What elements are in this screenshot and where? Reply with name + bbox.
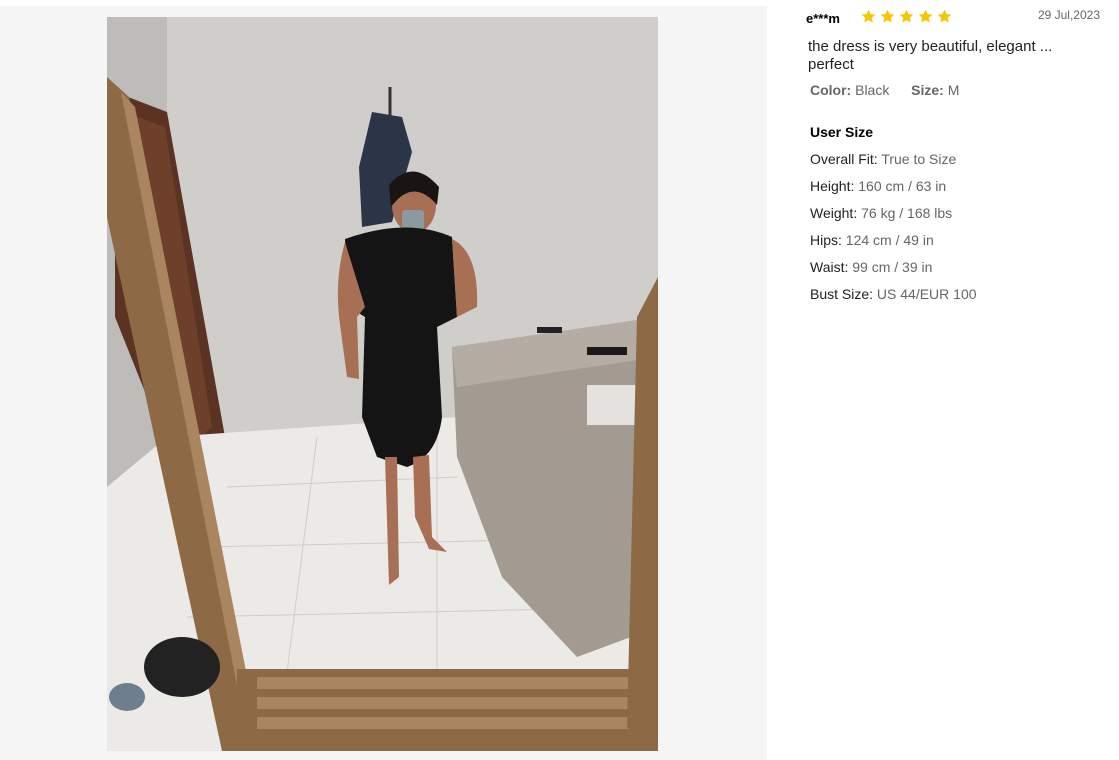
- hips-row: Hips: 124 cm / 49 in: [810, 232, 980, 248]
- weight-row: Weight: 76 kg / 168 lbs: [810, 205, 980, 221]
- review-text: the dress is very beautiful, elegant ...…: [808, 38, 1053, 73]
- overall-fit-label: Overall Fit:: [810, 151, 878, 167]
- color-label: Color:: [810, 82, 852, 98]
- star-icon: [880, 9, 895, 23]
- size-value: M: [947, 82, 960, 98]
- star-icon: [899, 9, 914, 23]
- hips-value: 124 cm / 49 in: [845, 232, 934, 248]
- hips-label: Hips:: [810, 232, 842, 248]
- review-photo[interactable]: [107, 17, 658, 751]
- waist-value: 99 cm / 39 in: [852, 259, 933, 275]
- photo-gallery: [0, 6, 767, 760]
- star-icon: [918, 9, 933, 23]
- waist-label: Waist:: [810, 259, 849, 275]
- size-label: Size:: [911, 82, 944, 98]
- height-value: 160 cm / 63 in: [858, 178, 947, 194]
- star-rating: [860, 8, 953, 25]
- overall-fit-row: Overall Fit: True to Size: [810, 151, 980, 167]
- weight-label: Weight:: [810, 205, 858, 221]
- height-label: Height:: [810, 178, 855, 194]
- height-row: Height: 160 cm / 63 in: [810, 178, 980, 194]
- bust-size-label: Bust Size:: [810, 286, 874, 302]
- star-icon: [861, 9, 876, 23]
- bust-size-value: US 44/EUR 100: [876, 286, 977, 302]
- bust-size-row: Bust Size: US 44/EUR 100: [810, 286, 980, 302]
- weight-value: 76 kg / 168 lbs: [861, 205, 953, 221]
- overall-fit-value: True to Size: [881, 151, 957, 167]
- reviewer-name: e***m: [806, 11, 840, 26]
- purchase-attributes: Color: Black Size: M: [810, 82, 959, 98]
- review-date: 29 Jul,2023: [1037, 8, 1100, 22]
- user-size-list: Overall Fit: True to Size Height: 160 cm…: [810, 151, 980, 313]
- star-icon: [937, 9, 952, 23]
- user-size-title: User Size: [810, 124, 874, 140]
- review-header: e***m 29 Jul,2023: [806, 8, 1106, 28]
- waist-row: Waist: 99 cm / 39 in: [810, 259, 980, 275]
- review-panel: e***m 29 Jul,2023 the dress is very beau…: [806, 0, 1119, 760]
- color-value: Black: [855, 82, 890, 98]
